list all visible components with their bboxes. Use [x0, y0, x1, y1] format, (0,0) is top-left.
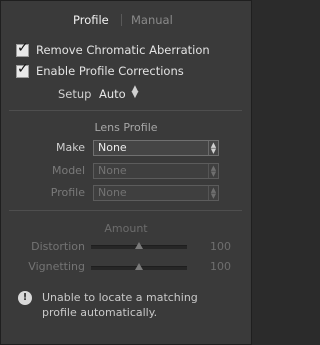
warning-line-2: profile automatically. — [42, 306, 158, 319]
divider — [9, 110, 242, 111]
up-down-arrows-icon: ▲ ▼ — [208, 186, 218, 200]
vignetting-slider[interactable] — [91, 263, 187, 270]
make-value: None — [98, 141, 127, 154]
checkmark-icon: ✓ — [17, 39, 29, 56]
remove-chromatic-aberration-checkbox[interactable]: ✓ — [16, 40, 29, 57]
info-icon: ! — [18, 291, 32, 305]
profile-select: None ▲ ▼ — [93, 185, 219, 201]
divider — [9, 210, 242, 211]
tab-profile[interactable]: Profile — [73, 13, 109, 27]
tab-manual[interactable]: Manual — [131, 13, 173, 27]
checkmark-icon: ✓ — [17, 60, 29, 77]
distortion-label: Distortion — [31, 240, 85, 253]
enable-profile-corrections-label: Enable Profile Corrections — [36, 64, 184, 78]
distortion-slider[interactable] — [91, 242, 187, 249]
lens-corrections-panel: Profile Manual ✓ Remove Chromatic Aberra… — [0, 0, 252, 345]
vignetting-label: Vignetting — [28, 260, 85, 273]
warning-line-1: Unable to locate a matching — [42, 291, 198, 304]
vignetting-slider-thumb[interactable] — [135, 263, 143, 270]
make-label: Make — [56, 141, 85, 154]
up-down-arrows-icon: ▲ ▼ — [208, 141, 218, 155]
up-down-arrows-icon[interactable]: ▲ ▼ — [131, 85, 139, 100]
profile-label: Profile — [50, 186, 85, 199]
up-down-arrows-icon: ▲ ▼ — [208, 164, 218, 178]
make-select[interactable]: None ▲ ▼ — [93, 140, 219, 156]
vignetting-value: 100 — [210, 260, 231, 273]
setup-label: Setup — [58, 87, 92, 101]
profile-value: None — [98, 186, 127, 199]
model-label: Model — [51, 164, 85, 177]
model-select: None ▲ ▼ — [93, 163, 219, 179]
remove-chromatic-aberration-label: Remove Chromatic Aberration — [36, 43, 210, 57]
distortion-slider-thumb[interactable] — [135, 242, 143, 249]
warning-message: Unable to locate a matching profile auto… — [42, 290, 242, 320]
model-value: None — [98, 164, 127, 177]
lens-profile-heading: Lens Profile — [94, 121, 158, 134]
setup-select[interactable]: Auto — [99, 87, 126, 101]
amount-heading: Amount — [104, 222, 148, 235]
distortion-value: 100 — [210, 240, 231, 253]
tab-bar: Profile Manual — [1, 13, 251, 29]
enable-profile-corrections-checkbox[interactable]: ✓ — [16, 61, 29, 78]
tab-separator — [121, 14, 122, 26]
enable-profile-corrections-option[interactable]: ✓ Enable Profile Corrections — [16, 61, 184, 79]
remove-chromatic-aberration-option[interactable]: ✓ Remove Chromatic Aberration — [16, 40, 210, 58]
